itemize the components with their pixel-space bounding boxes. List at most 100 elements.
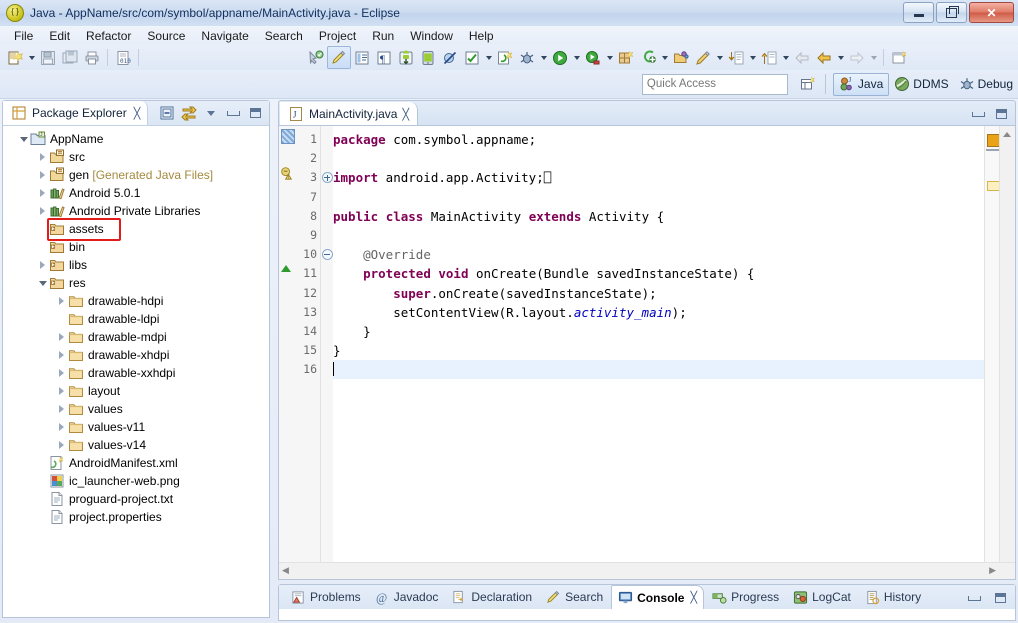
code-line[interactable]: }	[333, 322, 984, 341]
code-line[interactable]: protected void onCreate(Bundle savedInst…	[333, 264, 984, 283]
fold-expand-icon[interactable]	[321, 168, 333, 187]
twisty-collapsed-icon[interactable]	[55, 382, 68, 400]
run-dropdown[interactable]	[571, 47, 582, 68]
tree-item-libs[interactable]: libs	[3, 256, 269, 274]
menu-item-refactor[interactable]: Refactor	[78, 28, 139, 44]
save-all-icon[interactable]	[59, 47, 81, 68]
menu-item-file[interactable]: File	[6, 28, 41, 44]
console-tab-logcat[interactable]: LogCat	[787, 586, 857, 608]
tree-item-drawable-hdpi[interactable]: drawable-hdpi	[3, 292, 269, 310]
menu-item-help[interactable]: Help	[461, 28, 502, 44]
forward-icon[interactable]	[846, 47, 868, 68]
tree-item-drawable-xxhdpi[interactable]: drawable-xxhdpi	[3, 364, 269, 382]
minimize-console-icon[interactable]	[964, 588, 984, 608]
pilcrow-icon[interactable]: ¶	[373, 47, 395, 68]
editor-vertical-scrollbar[interactable]	[999, 126, 1015, 563]
code-line[interactable]: package com.symbol.appname;	[333, 130, 984, 149]
console-tab-history[interactable]: History	[859, 586, 927, 608]
quick-access-input[interactable]	[641, 73, 788, 95]
tree-item-drawable-mdpi[interactable]: drawable-mdpi	[3, 328, 269, 346]
menu-item-run[interactable]: Run	[364, 28, 402, 44]
run-checks-icon[interactable]	[461, 47, 483, 68]
console-tab-declaration[interactable]: Declaration	[446, 586, 538, 608]
tab-package-explorer[interactable]: Package Explorer ╳	[3, 101, 149, 125]
tree-item-values-v14[interactable]: values-v14	[3, 436, 269, 454]
code-line[interactable]	[333, 226, 984, 245]
twisty-collapsed-icon[interactable]	[36, 148, 49, 166]
editor-overview-ruler[interactable]	[984, 126, 1000, 563]
maximize-view-icon[interactable]	[245, 103, 265, 123]
open-type-icon[interactable]	[305, 47, 327, 68]
tree-item-drawable-xhdpi[interactable]: drawable-xhdpi	[3, 346, 269, 364]
menu-item-source[interactable]: Source	[139, 28, 193, 44]
close-icon[interactable]: ╳	[134, 107, 141, 120]
next-annotation-icon[interactable]	[725, 47, 747, 68]
new-wizard-icon[interactable]	[4, 47, 26, 68]
new-wizard-dropdown[interactable]	[26, 47, 37, 68]
open-perspective-icon[interactable]	[888, 47, 910, 68]
show-whitespace-icon[interactable]	[351, 47, 373, 68]
maximize-console-icon[interactable]	[990, 588, 1010, 608]
external-tools-dropdown[interactable]	[604, 47, 615, 68]
menu-item-window[interactable]: Window	[402, 28, 461, 44]
console-tab-search[interactable]: Search	[540, 586, 609, 608]
menu-item-edit[interactable]: Edit	[41, 28, 78, 44]
twisty-expanded-icon[interactable]	[17, 130, 30, 148]
new-perspective-icon[interactable]	[798, 74, 818, 94]
tree-item-project-properties[interactable]: project.properties	[3, 508, 269, 526]
tree-item-android-private-libraries[interactable]: Android Private Libraries	[3, 202, 269, 220]
twisty-collapsed-icon[interactable]	[36, 202, 49, 220]
new-android-project-icon[interactable]	[494, 47, 516, 68]
save-icon[interactable]	[37, 47, 59, 68]
tree-item-gen[interactable]: gen [Generated Java Files]	[3, 166, 269, 184]
perspective-java[interactable]: J Java	[832, 72, 890, 96]
twisty-collapsed-icon[interactable]	[55, 400, 68, 418]
editor-code[interactable]: package com.symbol.appname; import andro…	[333, 126, 984, 563]
menu-item-navigate[interactable]: Navigate	[193, 28, 256, 44]
editor-marker-gutter[interactable]: !	[279, 126, 296, 563]
tree-item-androidmanifest-xml[interactable]: AndroidManifest.xml	[3, 454, 269, 472]
twisty-collapsed-icon[interactable]	[36, 166, 49, 184]
debug-icon[interactable]	[516, 47, 538, 68]
tree-item-assets[interactable]: assets	[3, 218, 269, 241]
code-line[interactable]: }	[333, 341, 984, 360]
code-line[interactable]	[333, 188, 984, 207]
tree-item-proguard-project-txt[interactable]: proguard-project.txt	[3, 490, 269, 508]
twisty-collapsed-icon[interactable]	[55, 292, 68, 310]
new-package-dropdown[interactable]	[659, 47, 670, 68]
print-icon[interactable]	[81, 47, 103, 68]
collapse-all-icon[interactable]	[157, 103, 177, 123]
tree-item-drawable-ldpi[interactable]: drawable-ldpi	[3, 310, 269, 328]
minimize-view-icon[interactable]	[223, 103, 243, 123]
back-history-icon[interactable]	[813, 47, 835, 68]
minimize-button[interactable]	[903, 2, 934, 23]
back-dropdown[interactable]	[835, 47, 846, 68]
console-tab-problems[interactable]: Problems	[285, 586, 367, 608]
tree-item-bin[interactable]: bin	[3, 238, 269, 256]
code-line[interactable]: import android.app.Activity;⎕	[333, 168, 984, 187]
code-line[interactable]: public class MainActivity extends Activi…	[333, 207, 984, 226]
tree-item-android-5-0-1[interactable]: Android 5.0.1	[3, 184, 269, 202]
external-tools-icon[interactable]	[582, 47, 604, 68]
annotation-dropdown[interactable]	[714, 47, 725, 68]
tree-item-appname[interactable]: J AppName	[3, 130, 269, 148]
console-tab-progress[interactable]: Progress	[706, 586, 785, 608]
previous-edit-icon[interactable]	[758, 47, 780, 68]
new-package-icon[interactable]	[637, 47, 659, 68]
link-with-editor-icon[interactable]	[179, 103, 199, 123]
editor-horizontal-scrollbar[interactable]: ◀ ▶	[279, 562, 1015, 579]
tree-item-values-v11[interactable]: values-v11	[3, 418, 269, 436]
annotation-icon[interactable]	[692, 47, 714, 68]
code-line[interactable]	[333, 360, 984, 380]
minimize-editor-icon[interactable]	[968, 104, 988, 124]
tab-mainactivity-java[interactable]: J MainActivity.java ╳	[280, 102, 419, 126]
tree-item-ic-launcher-web-png[interactable]: ic_launcher-web.png	[3, 472, 269, 490]
twisty-collapsed-icon[interactable]	[36, 184, 49, 202]
twisty-collapsed-icon[interactable]	[55, 436, 68, 454]
tree-item-res[interactable]: res	[3, 274, 269, 292]
console-tab-javadoc[interactable]: @ Javadoc	[369, 586, 445, 608]
skip-breakpoints-icon[interactable]	[439, 47, 461, 68]
perspective-ddms[interactable]: DDMS	[889, 74, 953, 95]
maximize-button[interactable]	[936, 2, 967, 23]
close-button[interactable]: ✕	[969, 2, 1014, 23]
